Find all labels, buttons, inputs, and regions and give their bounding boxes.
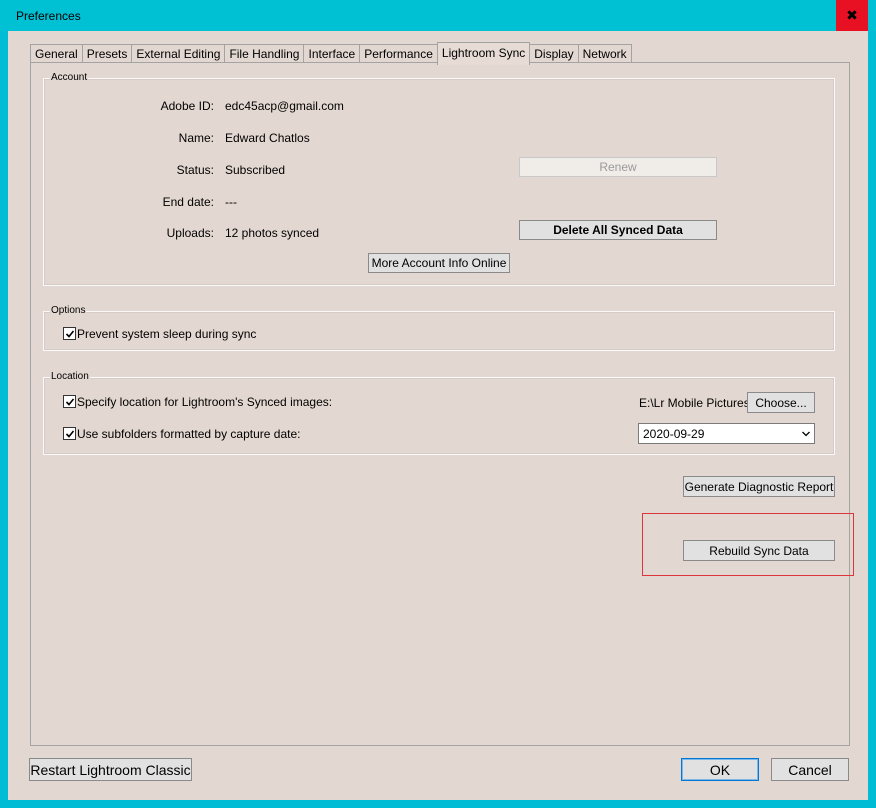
account-group: Account Adobe ID: edc45acp@gmail.com Nam… (43, 72, 835, 286)
tab-display[interactable]: Display (529, 44, 579, 63)
prevent-sleep-label[interactable]: Prevent system sleep during sync (77, 327, 256, 341)
dialog-body: General Presets External Editing File Ha… (8, 31, 868, 800)
ok-button[interactable]: OK (681, 758, 759, 781)
delete-all-synced-data-button[interactable]: Delete All Synced Data (519, 220, 717, 240)
location-group: Location Specify location for Lightroom'… (43, 371, 835, 455)
name-value: Edward Chatlos (225, 131, 310, 145)
checkmark-icon (65, 397, 74, 406)
tab-external-editing[interactable]: External Editing (131, 44, 226, 63)
close-icon: ✖ (846, 7, 858, 23)
use-subfolders-label[interactable]: Use subfolders formatted by capture date… (77, 427, 300, 441)
tab-file-handling[interactable]: File Handling (224, 44, 305, 63)
chevron-down-icon (802, 431, 810, 437)
status-value: Subscribed (225, 163, 286, 177)
uploads-label: Uploads: (166, 226, 214, 240)
end-date-label: End date: (162, 195, 214, 209)
rebuild-sync-data-button[interactable]: Rebuild Sync Data (683, 540, 835, 561)
more-account-info-button[interactable]: More Account Info Online (368, 253, 510, 273)
checkmark-icon (65, 329, 74, 338)
preferences-window: Preferences ✖ General Presets External E… (0, 0, 876, 808)
account-group-label: Account (50, 72, 89, 84)
tab-lightroom-sync[interactable]: Lightroom Sync (436, 42, 531, 65)
use-subfolders-checkbox[interactable] (63, 427, 76, 440)
cancel-button[interactable]: Cancel (771, 758, 849, 781)
lightroom-sync-panel: Account Adobe ID: edc45acp@gmail.com Nam… (30, 62, 854, 746)
title-bar[interactable]: Preferences ✖ (0, 0, 876, 31)
tab-interface[interactable]: Interface (303, 44, 361, 63)
prevent-sleep-checkbox[interactable] (63, 327, 76, 340)
tab-presets[interactable]: Presets (81, 44, 133, 63)
tab-bar: General Presets External Editing File Ha… (30, 42, 632, 65)
specify-location-label[interactable]: Specify location for Lightroom's Synced … (77, 395, 332, 409)
specify-location-checkbox[interactable] (63, 395, 76, 408)
sync-location-path: E:\Lr Mobile Pictures (639, 396, 750, 410)
adobe-id-value: edc45acp@gmail.com (225, 99, 344, 113)
generate-diagnostic-report-button[interactable]: Generate Diagnostic Report (683, 476, 835, 497)
choose-button[interactable]: Choose... (747, 392, 815, 413)
options-group-label: Options (50, 305, 87, 317)
tab-network[interactable]: Network (577, 44, 632, 63)
tab-performance[interactable]: Performance (359, 44, 438, 63)
location-group-label: Location (50, 371, 90, 383)
adobe-id-label: Adobe ID: (160, 99, 214, 113)
end-date-value: --- (225, 195, 237, 209)
name-label: Name: (178, 131, 214, 145)
window-title: Preferences (16, 9, 81, 23)
uploads-value: 12 photos synced (225, 226, 320, 240)
tab-general[interactable]: General (30, 44, 83, 63)
close-button[interactable]: ✖ (836, 0, 868, 31)
date-format-select[interactable]: 2020-09-29 (638, 423, 815, 444)
status-label: Status: (176, 163, 214, 177)
renew-button[interactable]: Renew (519, 157, 717, 177)
options-group: Options Prevent system sleep during sync (43, 305, 835, 351)
date-format-value: 2020-09-29 (643, 426, 705, 441)
checkmark-icon (65, 429, 74, 438)
restart-lightroom-button[interactable]: Restart Lightroom Classic (29, 758, 192, 781)
